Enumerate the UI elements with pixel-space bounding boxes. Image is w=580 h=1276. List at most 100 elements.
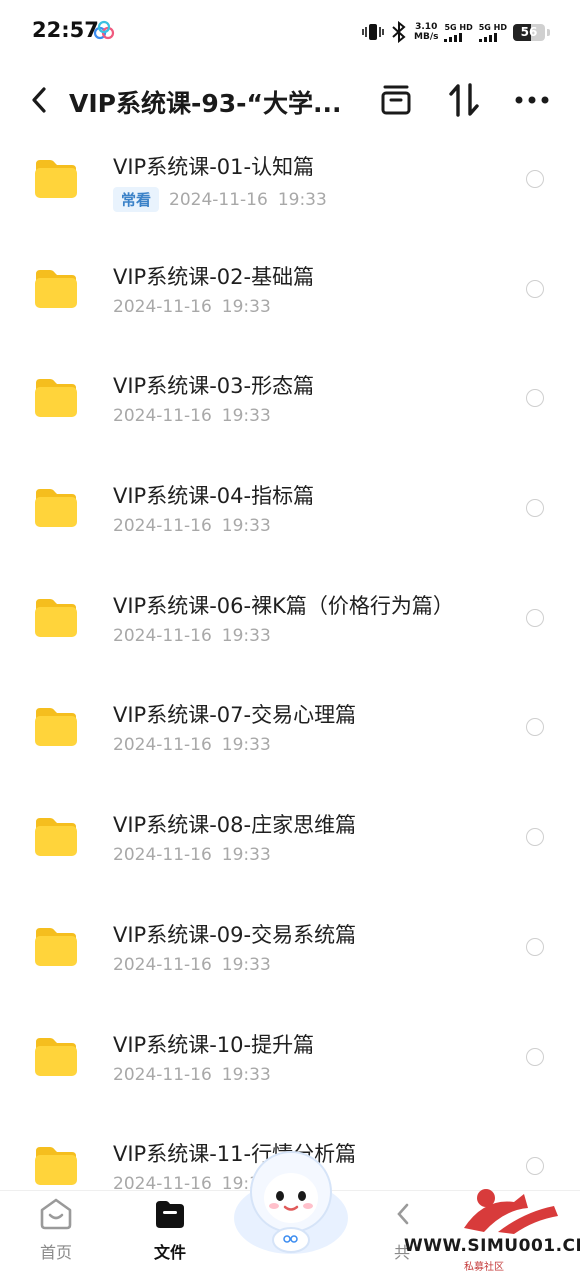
file-date: 2024-11-16 (113, 845, 212, 866)
watermark-logo (464, 1189, 558, 1234)
file-meta: 2024-11-16 19:33 (113, 955, 271, 975)
top-bar: VIP系统课-93-“大学... (0, 68, 580, 132)
select-checkbox[interactable] (526, 170, 544, 188)
folder-icon (35, 1147, 77, 1186)
list-item[interactable]: VIP系统课-03-形态篇 2024-11-16 19:33 (0, 357, 580, 467)
page-title: VIP系统课-93-“大学... (69, 89, 339, 118)
sim1-label: 5G HD (444, 22, 473, 32)
select-checkbox[interactable] (526, 1047, 544, 1066)
file-date: 2024-11-16 (113, 406, 212, 427)
back-button[interactable] (22, 82, 56, 118)
list-item[interactable]: VIP系统课-01-认知篇 常看 2024-11-16 19:33 (0, 138, 580, 248)
file-time: 19:33 (221, 516, 271, 537)
signal-icon (444, 32, 463, 42)
list-item[interactable]: VIP系统课-10-提升篇 2024-11-16 19:33 (0, 1016, 580, 1126)
file-time: 19:33 (221, 625, 271, 646)
file-time: 19:33 (221, 296, 271, 317)
sort-icon (449, 83, 479, 117)
bluetooth-icon (392, 21, 406, 43)
list-item[interactable]: VIP系统课-09-交易系统篇 2024-11-16 19:33 (0, 906, 580, 1016)
file-date: 2024-11-16 (113, 735, 212, 756)
file-name: VIP系统课-10-提升篇 (113, 1032, 315, 1057)
battery-icon: 56 (513, 23, 545, 41)
file-name: VIP系统课-04-指标篇 (113, 484, 315, 509)
archive-button[interactable] (376, 80, 416, 120)
nav-home-label: 首页 (39, 1243, 72, 1262)
select-checkbox[interactable] (526, 499, 544, 518)
sort-button[interactable] (444, 80, 484, 120)
list-item[interactable]: VIP系统课-08-庄家思维篇 2024-11-16 19:33 (0, 796, 580, 906)
battery-level: 56 (520, 25, 538, 39)
file-name: VIP系统课-03-形态篇 (113, 374, 315, 399)
nav-files[interactable]: 文件 (130, 1197, 210, 1271)
file-meta: 2024-11-16 19:33 (113, 1065, 271, 1085)
file-time: 19:33 (277, 189, 327, 210)
file-date: 2024-11-16 (113, 625, 212, 646)
file-date: 2024-11-16 (113, 296, 212, 317)
folder-icon (35, 269, 77, 308)
file-name: VIP系统课-02-基础篇 (113, 264, 315, 289)
folder-icon (35, 818, 77, 857)
file-time: 19:33 (221, 845, 271, 866)
file-name: VIP系统课-08-庄家思维篇 (113, 813, 357, 838)
select-checkbox[interactable] (526, 608, 544, 627)
file-meta: 2024-11-16 19:33 (113, 406, 271, 426)
battery-tip (547, 28, 550, 36)
baidu-cloud-icon (93, 20, 115, 40)
list-item[interactable]: VIP系统课-04-指标篇 2024-11-16 19:33 (0, 467, 580, 577)
file-meta: 2024-11-16 19:33 (113, 516, 271, 536)
file-meta: 常看 2024-11-16 19:33 (113, 187, 327, 212)
sim1-signal: 5G HD (444, 22, 473, 42)
file-meta: 2024-11-16 19:33 (113, 626, 271, 646)
more-icon (515, 96, 549, 104)
file-date: 2024-11-16 (113, 954, 212, 975)
speed-unit: MB/s (414, 32, 439, 42)
select-checkbox[interactable] (526, 718, 544, 737)
folder-icon (35, 1037, 77, 1076)
list-item[interactable]: VIP系统课-06-裸K篇（价格行为篇） 2024-11-16 19:33 (0, 577, 580, 687)
file-name: VIP系统课-01-认知篇 (113, 155, 315, 179)
select-checkbox[interactable] (526, 389, 544, 408)
list-item[interactable]: VIP系统课-02-基础篇 2024-11-16 19:33 (0, 248, 580, 358)
select-checkbox[interactable] (526, 279, 544, 298)
folder-icon (35, 379, 77, 418)
select-checkbox[interactable] (526, 937, 544, 956)
folder-icon (35, 160, 77, 198)
mascot-assistant-button[interactable] (232, 1146, 350, 1258)
file-date: 2024-11-16 (113, 516, 212, 537)
file-meta: 2024-11-16 19:33 (113, 735, 271, 755)
status-time: 22:57 (32, 18, 99, 42)
folder-icon (35, 708, 77, 747)
file-name: VIP系统课-09-交易系统篇 (113, 922, 357, 947)
sim2-label: 5G HD (478, 22, 507, 32)
file-list: VIP系统课-01-认知篇 常看 2024-11-16 19:33 VIP系统课… (0, 138, 580, 1190)
status-bar: 22:57 3.10 MB/s 5G HD 5G HD 56 (0, 0, 580, 64)
select-checkbox[interactable] (526, 1157, 544, 1176)
watermark: WWW.SIMU001.CN 私募社区 (400, 1188, 580, 1276)
watermark-text: WWW.SIMU001.CN (404, 1236, 580, 1256)
home-icon (40, 1198, 72, 1230)
nav-home[interactable]: 首页 (16, 1197, 96, 1271)
file-time: 19:33 (221, 406, 271, 427)
status-indicators: 3.10 MB/s 5G HD 5G HD 56 (362, 18, 550, 46)
file-date: 2024-11-16 (113, 1174, 212, 1190)
file-time: 19:33 (221, 1064, 271, 1085)
more-button[interactable] (512, 80, 552, 120)
folder-icon (35, 927, 77, 966)
file-meta: 2024-11-16 19:33 (113, 297, 271, 317)
file-date: 2024-11-16 (169, 189, 268, 210)
archive-icon (381, 85, 411, 115)
speed-value: 3.10 (415, 22, 438, 32)
select-checkbox[interactable] (526, 828, 544, 847)
frequent-badge: 常看 (113, 187, 160, 212)
folder-icon (35, 598, 77, 637)
file-meta: 2024-11-16 19:33 (113, 845, 271, 865)
network-speed: 3.10 MB/s (414, 22, 438, 42)
nav-files-label: 文件 (153, 1243, 186, 1262)
file-time: 19:33 (221, 735, 271, 756)
vibrate-icon (362, 24, 384, 40)
signal-icon (478, 32, 497, 42)
file-time: 19:33 (221, 954, 271, 975)
chevron-left-icon (32, 87, 46, 113)
list-item[interactable]: VIP系统课-07-交易心理篇 2024-11-16 19:33 (0, 686, 580, 796)
